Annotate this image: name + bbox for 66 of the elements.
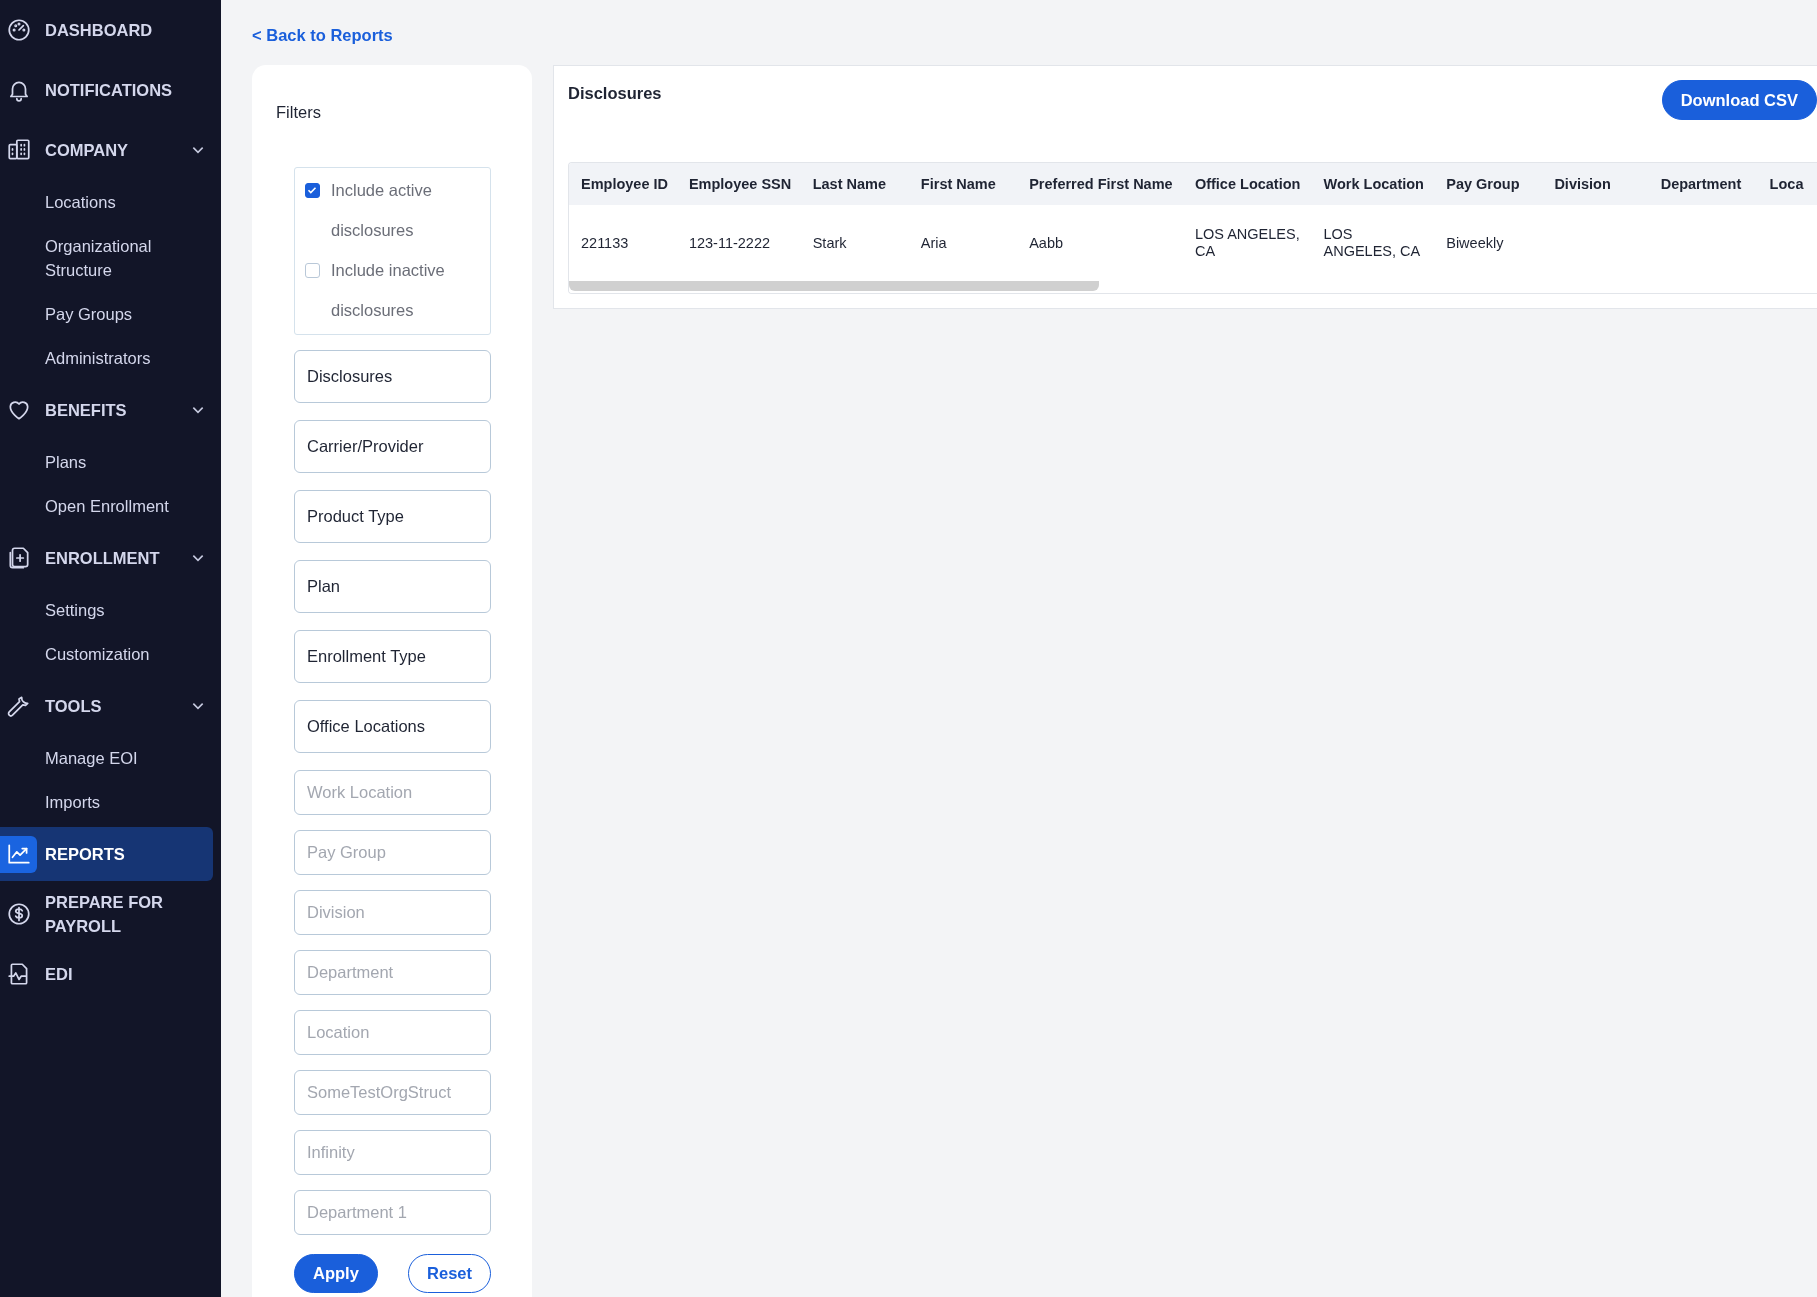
nav-item[interactable]: EDI [0, 944, 213, 1004]
column-header: Employee SSN [676, 163, 801, 205]
column-header: First Name [908, 163, 1018, 205]
nav-item[interactable]: ENROLLMENT [0, 528, 213, 588]
nav-subitem[interactable]: Administrators [0, 336, 221, 380]
filter-field[interactable]: Product Type [294, 490, 491, 543]
nav-subitem[interactable]: Customization [0, 632, 221, 676]
table-cell: 221133 [569, 205, 677, 281]
table-cell: LOS ANGELES, CA [1182, 205, 1312, 281]
report-title: Disclosures [568, 84, 662, 103]
filters-heading: Filters [276, 103, 321, 122]
checkbox-label: Include inactive disclosures [331, 260, 446, 321]
filter-field[interactable]: Carrier/Provider [294, 420, 491, 473]
download-button[interactable]: Download CSV [1661, 80, 1817, 120]
filter-field[interactable]: Pay Group [294, 830, 491, 875]
filter-field[interactable]: Office Locations [294, 700, 491, 753]
column-header: Division [1542, 163, 1649, 205]
checkbox[interactable] [305, 183, 320, 198]
filter-field[interactable]: Enrollment Type [294, 630, 491, 683]
checkbox[interactable] [305, 263, 320, 278]
filter-field[interactable]: Division [294, 890, 491, 935]
reset-button[interactable]: Reset [408, 1254, 491, 1293]
apply-button[interactable]: Apply [294, 1254, 378, 1293]
filter-field[interactable]: Location [294, 1010, 491, 1055]
filter-field[interactable]: Plan [294, 560, 491, 613]
nav-item[interactable]: NOTIFICATIONS [0, 60, 213, 120]
nav-subitem[interactable]: Organizational Structure [0, 224, 221, 292]
nav-subitem[interactable]: Locations [0, 180, 221, 224]
table-cell: 123-11-2222 [676, 205, 801, 281]
table-cell: Biweekly [1434, 205, 1543, 281]
filter-field[interactable]: Department 1 [294, 1190, 491, 1235]
filter-field[interactable]: Disclosures [294, 350, 491, 403]
dollar-icon [5, 901, 32, 927]
nav-item[interactable]: BENEFITS [0, 380, 213, 440]
table-cell: LOS ANGELES, CA [1311, 205, 1435, 281]
filter-field[interactable]: Work Location [294, 770, 491, 815]
checkbox-label: Include active disclosures [331, 180, 433, 241]
nav-subitem[interactable]: Plans [0, 440, 221, 484]
nav-subitem[interactable]: Settings [0, 588, 221, 632]
nav-item[interactable]: PREPARE FOR PAYROLL [0, 884, 213, 944]
nav-subitem[interactable]: Manage EOI [0, 736, 221, 780]
column-header: Last Name [800, 163, 909, 205]
table-cell: Aria [908, 205, 1018, 281]
column-header: Pay Group [1434, 163, 1543, 205]
gauge-icon [5, 17, 32, 43]
scrollbar[interactable] [569, 281, 1099, 291]
table-cell: Aabb [1017, 205, 1183, 281]
nav-item[interactable]: REPORTS [0, 827, 213, 881]
building-icon [5, 137, 32, 163]
table-cell: Stark [800, 205, 909, 281]
column-header: Loca [1757, 163, 1817, 205]
nav-subitem[interactable]: Pay Groups [0, 292, 221, 336]
filter-field[interactable]: Department [294, 950, 491, 995]
back-link[interactable]: < Back to Reports [252, 26, 393, 45]
column-header: Work Location [1311, 163, 1435, 205]
filter-field[interactable]: Infinity [294, 1130, 491, 1175]
nav-item[interactable]: TOOLS [0, 676, 213, 736]
nav-item[interactable]: COMPANY [0, 120, 213, 180]
filter-field[interactable]: SomeTestOrgStruct [294, 1070, 491, 1115]
nav-item[interactable]: DASHBOARD [0, 0, 213, 60]
nav-subitem[interactable]: Imports [0, 780, 221, 824]
column-header: Employee ID [569, 163, 677, 205]
column-header: Preferred First Name [1017, 163, 1183, 205]
column-header: Department [1648, 163, 1758, 205]
column-header: Office Location [1182, 163, 1312, 205]
nav-subitem[interactable]: Open Enrollment [0, 484, 221, 528]
